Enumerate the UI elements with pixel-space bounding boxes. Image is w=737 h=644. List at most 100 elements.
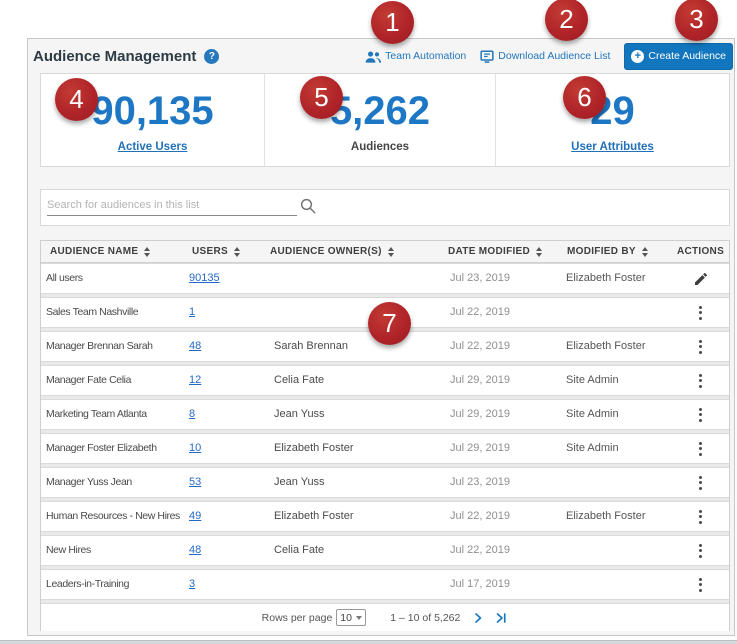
users-count-link[interactable]: 10 [189, 442, 201, 454]
audience-owner-cell: Celia Fate [268, 536, 412, 565]
row-menu-icon[interactable] [695, 472, 706, 494]
table-header-row: AUDIENCE NAME USERS AUDIENCE OWNER(S) DA… [41, 241, 729, 263]
row-menu-icon[interactable] [695, 336, 706, 358]
user-attributes-link[interactable]: User Attributes [496, 141, 729, 153]
callout-badge-5: 5 [300, 76, 343, 119]
download-audience-list-label: Download Audience List [498, 50, 610, 62]
sort-icon [388, 247, 394, 257]
audience-name-cell: Manager Foster Elizabeth [41, 434, 182, 463]
modified-by-cell: Site Admin [524, 366, 664, 395]
table-footer: Rows per page 10 1 – 10 of 5,262 [41, 603, 729, 631]
table-row: Leaders-in-Training 3 Jul 17, 2019 [41, 569, 729, 600]
table-row: Manager Yuss Jean 53 Jean Yuss Jul 23, 2… [41, 467, 729, 498]
column-header[interactable]: DATE MODIFIED [412, 241, 524, 262]
users-count-link[interactable]: 8 [189, 408, 195, 420]
users-count-link[interactable]: 49 [189, 510, 201, 522]
column-header[interactable]: USERS [182, 241, 268, 262]
callout-badge-4: 4 [55, 78, 98, 121]
row-menu-icon[interactable] [695, 302, 706, 324]
table-row: All users 90135 Jul 23, 2019 Elizabeth F… [41, 263, 729, 294]
callout-badge-6: 6 [563, 76, 606, 119]
modified-by-cell: Elizabeth Foster [524, 332, 664, 361]
people-icon [365, 50, 381, 63]
row-menu-icon[interactable] [695, 438, 706, 460]
column-header[interactable]: MODIFIED BY [524, 241, 664, 262]
table-row: Manager Fate Celia 12 Celia Fate Jul 29,… [41, 365, 729, 396]
column-header[interactable]: AUDIENCE NAME [41, 241, 182, 262]
toolbar: Team Automation Download Audience List +… [365, 41, 733, 71]
search-input[interactable] [47, 195, 297, 216]
row-menu-icon[interactable] [695, 506, 706, 528]
chevron-down-icon [356, 616, 362, 620]
rows-per-page-select[interactable]: 10 [336, 609, 366, 626]
users-count-link[interactable]: 12 [189, 374, 201, 386]
row-menu-icon[interactable] [695, 404, 706, 426]
active-users-link[interactable]: Active Users [41, 141, 264, 153]
audience-name-cell: Human Resources - New Hires [41, 502, 182, 531]
audience-owner-cell: Jean Yuss [268, 468, 412, 497]
search-icon[interactable] [299, 197, 317, 215]
modified-by-cell [524, 468, 664, 497]
next-page-button[interactable] [472, 612, 484, 624]
date-modified-cell: Jul 22, 2019 [412, 502, 524, 531]
users-count-link[interactable]: 3 [189, 578, 195, 590]
table-row: Marketing Team Atlanta 8 Jean Yuss Jul 2… [41, 399, 729, 430]
audience-owner-cell: Celia Fate [268, 366, 412, 395]
audience-name-cell: New Hires [41, 536, 182, 565]
sort-icon [642, 247, 648, 257]
audiences-table: AUDIENCE NAME USERS AUDIENCE OWNER(S) DA… [40, 240, 730, 631]
table-row: Human Resources - New Hires 49 Elizabeth… [41, 501, 729, 532]
date-modified-cell: Jul 23, 2019 [412, 264, 524, 293]
modified-by-cell [524, 536, 664, 565]
create-audience-label: Create Audience [648, 50, 726, 62]
modified-by-cell: Elizabeth Foster [524, 502, 664, 531]
edit-icon[interactable] [693, 271, 709, 287]
column-header[interactable]: ACTIONS [668, 241, 733, 262]
row-menu-icon[interactable] [695, 574, 706, 596]
pagination-range: 1 – 10 of 5,262 [390, 612, 460, 624]
stat-audiences: 5,262 Audiences [264, 74, 495, 166]
modified-by-cell [524, 570, 664, 599]
users-count-link[interactable]: 53 [189, 476, 201, 488]
date-modified-cell: Jul 29, 2019 [412, 400, 524, 429]
sort-icon [144, 247, 150, 257]
modified-by-cell: Elizabeth Foster [524, 264, 664, 293]
audience-owner-cell [268, 570, 412, 599]
audiences-label: Audiences [265, 141, 495, 153]
last-page-button[interactable] [494, 612, 508, 624]
row-menu-icon[interactable] [695, 540, 706, 562]
create-audience-button[interactable]: + Create Audience [624, 43, 733, 70]
table-row: Manager Foster Elizabeth 10 Elizabeth Fo… [41, 433, 729, 464]
date-modified-cell: Jul 23, 2019 [412, 468, 524, 497]
users-count-link[interactable]: 1 [189, 306, 195, 318]
audience-owner-cell: Jean Yuss [268, 400, 412, 429]
table-row: New Hires 48 Celia Fate Jul 22, 2019 [41, 535, 729, 566]
date-modified-cell: Jul 29, 2019 [412, 434, 524, 463]
download-audience-list-link[interactable]: Download Audience List [480, 50, 610, 63]
users-count-link[interactable]: 48 [189, 544, 201, 556]
rows-per-page-value: 10 [340, 612, 352, 624]
sort-icon [234, 247, 240, 257]
audience-name-cell: Sales Team Nashville [41, 298, 182, 327]
plus-icon: + [631, 50, 644, 63]
audience-name-cell: Manager Fate Celia [41, 366, 182, 395]
audience-owner-cell [268, 264, 412, 293]
column-header[interactable]: AUDIENCE OWNER(S) [268, 241, 412, 262]
page-title: Audience Management [33, 48, 196, 65]
users-count-link[interactable]: 48 [189, 340, 201, 352]
help-icon[interactable]: ? [204, 49, 219, 64]
audience-owner-cell: Elizabeth Foster [268, 502, 412, 531]
search-panel [40, 189, 730, 226]
users-count-link[interactable]: 90135 [189, 272, 220, 284]
audience-name-cell: Marketing Team Atlanta [41, 400, 182, 429]
audience-owner-cell: Elizabeth Foster [268, 434, 412, 463]
team-automation-link[interactable]: Team Automation [365, 50, 466, 63]
user-attributes-count: 29 [496, 89, 729, 133]
bottom-edge-bar [0, 640, 737, 644]
row-menu-icon[interactable] [695, 370, 706, 392]
callout-badge-7: 7 [368, 302, 411, 345]
rows-per-page-label: Rows per page [262, 612, 333, 624]
download-icon [480, 50, 494, 63]
audience-name-cell: Leaders-in-Training [41, 570, 182, 599]
modified-by-cell: Site Admin [524, 434, 664, 463]
